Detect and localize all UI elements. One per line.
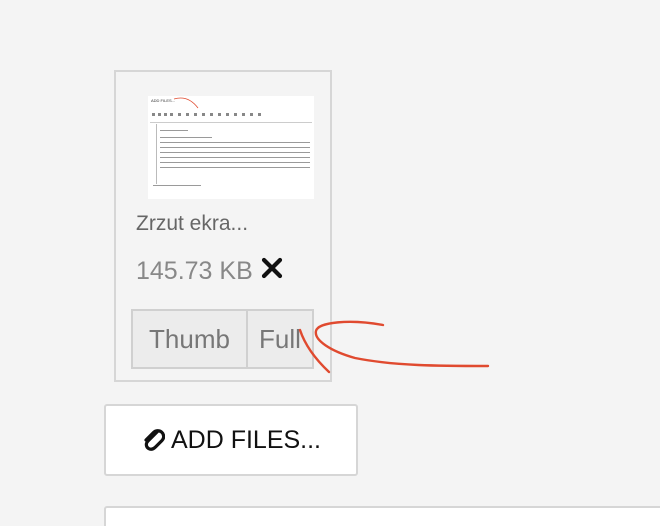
thumb-button[interactable]: Thumb xyxy=(131,309,248,369)
size-button-group: Thumb Full xyxy=(131,309,314,369)
thumbnail-mini-title: ADD FILES... xyxy=(151,98,176,103)
upload-area: ADD FILES... Zrzut ekra... 145.73 KB Thu… xyxy=(0,0,660,526)
file-card: ADD FILES... Zrzut ekra... 145.73 KB Thu… xyxy=(114,70,332,382)
full-button[interactable]: Full xyxy=(248,309,314,369)
paperclip-icon xyxy=(141,426,165,454)
file-name: Zrzut ekra... xyxy=(136,212,249,235)
add-files-label: ADD FILES... xyxy=(170,425,322,454)
file-thumbnail[interactable]: ADD FILES... xyxy=(148,96,314,199)
add-files-button[interactable]: ADD FILES... xyxy=(104,404,358,476)
bottom-panel xyxy=(104,506,660,526)
file-size: 145.73 KB xyxy=(136,257,253,285)
close-icon[interactable] xyxy=(260,256,284,280)
